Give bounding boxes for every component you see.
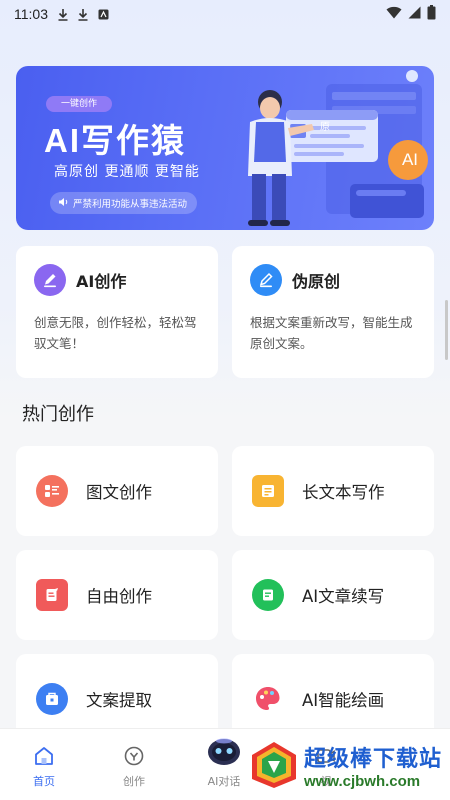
nav-item-create[interactable]: 创作	[104, 729, 164, 800]
tool-label: AI智能绘画	[302, 691, 385, 710]
banner-title: AI写作猿	[44, 122, 186, 159]
banner-notice: 严禁利用功能从事违法活动	[50, 192, 198, 214]
nav-item-home[interactable]: 首页	[14, 729, 74, 800]
palette-icon	[252, 683, 284, 715]
article-continue-icon	[252, 579, 284, 611]
tool-label: 自由创作	[86, 587, 152, 606]
feature-desc: 根据文案重新改写，智能生成原创文案。	[250, 315, 413, 351]
download-icon	[56, 7, 70, 21]
nav-item-ai-chat[interactable]: AI对话	[194, 729, 254, 800]
wifi-icon	[386, 6, 402, 23]
edit-icon	[250, 264, 282, 296]
banner-doc-badge: 原	[320, 122, 330, 133]
create-icon	[123, 745, 145, 767]
download-icon	[76, 7, 90, 21]
watermark-text: 超级棒下载站	[304, 746, 443, 772]
nav-label: 首页	[33, 775, 55, 788]
feature-card-ai-create[interactable]: AI创作 创意无限，创作轻松，轻松驾驭文笔！	[16, 246, 218, 378]
feature-name: 伪原创	[292, 272, 341, 291]
home-icon	[33, 745, 55, 767]
status-bar: 11:03	[0, 0, 450, 28]
nav-label: AI对话	[207, 775, 241, 788]
nav-label: 创作	[123, 775, 145, 788]
tool-card-free-write[interactable]: 自由创作	[16, 550, 218, 640]
tool-label: 长文本写作	[302, 483, 385, 502]
banner-subtitle: 高原创 更通顺 更智能	[54, 164, 200, 180]
pencil-icon	[34, 264, 66, 296]
tool-label: 文案提取	[86, 691, 152, 710]
image-text-icon	[36, 475, 68, 507]
tool-card-image-text[interactable]: 图文创作	[16, 446, 218, 536]
free-write-icon	[36, 579, 68, 611]
banner-ai-bubble: AI	[401, 150, 419, 169]
banner-notice-text: 严禁利用功能从事违法活动	[73, 199, 188, 210]
status-time: 11:03	[14, 6, 48, 22]
scrollbar[interactable]	[445, 300, 448, 360]
long-text-icon	[252, 475, 284, 507]
extract-icon	[36, 683, 68, 715]
signal-icon	[408, 6, 421, 23]
site-watermark: 超级棒下载站 www.cjbwh.com	[248, 730, 450, 800]
tool-card-article-continue[interactable]: AI文章续写	[232, 550, 434, 640]
watermark-logo-icon	[252, 742, 296, 788]
feature-desc: 创意无限，创作轻松，轻松驾驭文笔！	[34, 315, 197, 351]
speaker-icon	[58, 197, 69, 210]
app-notification-icon	[96, 7, 110, 21]
tool-label: AI文章续写	[302, 587, 385, 606]
battery-icon	[427, 4, 436, 24]
tool-card-long-text[interactable]: 长文本写作	[232, 446, 434, 536]
section-title-hot: 热门创作	[22, 404, 94, 425]
feature-card-rewrite[interactable]: 伪原创 根据文案重新改写，智能生成原创文案。	[232, 246, 434, 378]
promo-banner[interactable]: 一键创作 AI写作猿 高原创 更通顺 更智能 严禁利用功能从事违法活动 原 AI	[16, 66, 434, 230]
banner-tag: 一键创作	[46, 96, 112, 112]
feature-name: AI创作	[76, 272, 127, 291]
watermark-url: www.cjbwh.com	[304, 772, 421, 790]
robot-icon	[207, 737, 241, 767]
tool-label: 图文创作	[86, 483, 152, 502]
